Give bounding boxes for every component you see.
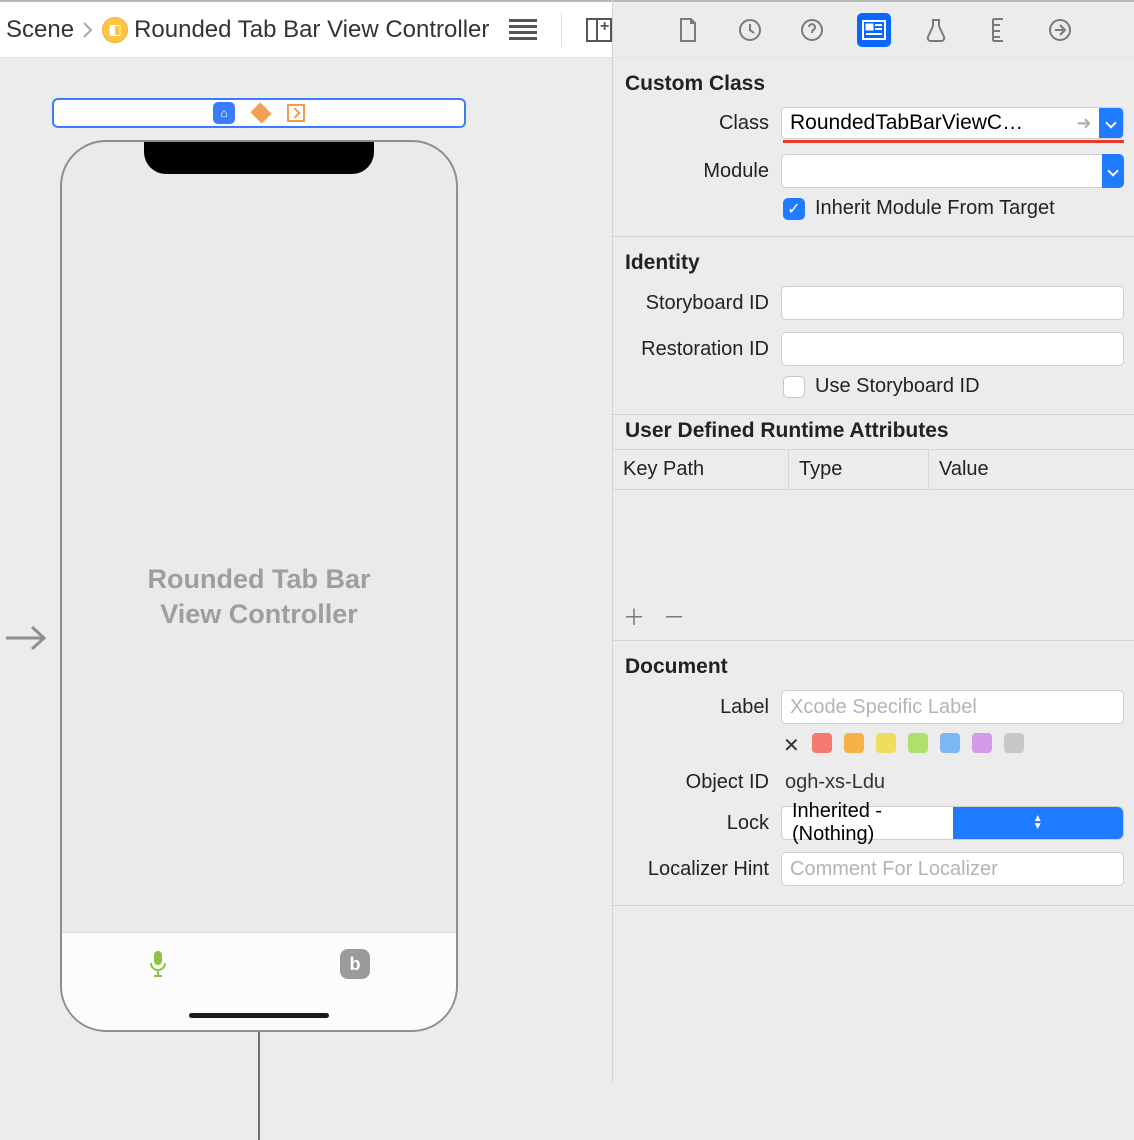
color-swatch[interactable]: [876, 733, 896, 753]
jump-to-class-icon[interactable]: ➜: [1069, 108, 1099, 138]
controller-icon: ◧: [102, 17, 128, 43]
document-section: Document Label ✕ Object ID ogh-xs-Ldu Lo…: [613, 641, 1134, 906]
breadcrumb-controller[interactable]: Rounded Tab Bar View Controller: [134, 16, 489, 44]
phone-placeholder-label: Rounded Tab Bar View Controller: [62, 562, 456, 632]
adjust-editor-icon[interactable]: [509, 19, 537, 40]
custom-class-section: Custom Class Class ➜ Module ✓ Inherit Mo…: [613, 58, 1134, 237]
color-swatch[interactable]: [940, 733, 960, 753]
chevron-right-icon: [82, 21, 94, 39]
home-indicator: [189, 1013, 329, 1018]
identity-inspector-tab-icon[interactable]: [857, 13, 891, 47]
module-label: Module: [623, 160, 781, 183]
file-inspector-tab-icon[interactable]: [671, 13, 705, 47]
segue-line[interactable]: [258, 1032, 260, 1140]
color-swatch[interactable]: [972, 733, 992, 753]
mic-tab-icon[interactable]: [148, 949, 168, 984]
custom-class-title: Custom Class: [613, 68, 1134, 104]
module-dropdown-icon[interactable]: [1102, 154, 1124, 188]
lock-select[interactable]: Inherited - (Nothing) ▲▼: [781, 806, 1124, 840]
connections-inspector-tab-icon[interactable]: [1043, 13, 1077, 47]
lock-select-arrows-icon[interactable]: ▲▼: [953, 807, 1124, 839]
identity-title: Identity: [613, 247, 1134, 283]
color-swatch[interactable]: [908, 733, 928, 753]
divider: [561, 13, 562, 47]
attributes-inspector-tab-icon[interactable]: [919, 13, 953, 47]
udra-body[interactable]: [613, 490, 1134, 592]
module-input[interactable]: [781, 154, 1103, 188]
udra-title: User Defined Runtime Attributes: [613, 415, 1134, 449]
phone-label-line2: View Controller: [62, 597, 456, 632]
label-color-row: ✕: [613, 727, 1134, 758]
object-id-label: Object ID: [623, 771, 781, 794]
document-title: Document: [613, 651, 1134, 687]
breadcrumb-scene[interactable]: Scene: [6, 16, 74, 44]
exit-icon[interactable]: [287, 104, 305, 122]
viewcontroller-header-icon[interactable]: ⌂: [213, 102, 235, 124]
lock-label: Lock: [623, 812, 781, 835]
add-editor-icon[interactable]: [586, 18, 612, 42]
scene-header[interactable]: ⌂: [52, 98, 466, 128]
udra-header-row: Key Path Type Value: [613, 449, 1134, 490]
second-tab-icon[interactable]: b: [340, 949, 370, 979]
breadcrumb[interactable]: Scene ◧ Rounded Tab Bar View Controller: [0, 16, 489, 44]
phone-label-line1: Rounded Tab Bar: [62, 562, 456, 597]
identity-section: Identity Storyboard ID Restoration ID Us…: [613, 237, 1134, 415]
clear-label-color-icon[interactable]: ✕: [783, 733, 800, 758]
udra-col-type[interactable]: Type: [789, 450, 929, 489]
class-dropdown-icon[interactable]: [1099, 108, 1123, 138]
color-swatch[interactable]: [1004, 733, 1024, 753]
inspector-panel: Custom Class Class ➜ Module ✓ Inherit Mo…: [612, 0, 1134, 1082]
localizer-hint-input[interactable]: [781, 852, 1124, 886]
use-storyboard-id-checkbox[interactable]: [783, 376, 805, 398]
lock-value: Inherited - (Nothing): [782, 800, 953, 846]
use-storyboard-id-label: Use Storyboard ID: [815, 375, 980, 398]
udra-col-value[interactable]: Value: [929, 450, 1134, 489]
udra-section: User Defined Runtime Attributes Key Path…: [613, 415, 1134, 641]
class-combo[interactable]: ➜: [781, 107, 1124, 139]
udra-add-button[interactable]: ＋: [623, 600, 645, 632]
initial-controller-arrow-icon[interactable]: [4, 623, 48, 658]
class-input[interactable]: [782, 108, 1069, 138]
document-label-input[interactable]: [781, 690, 1124, 724]
class-underline-highlight: [783, 140, 1124, 143]
document-label-label: Label: [623, 696, 781, 719]
udra-remove-button[interactable]: －: [663, 600, 685, 632]
udra-col-keypath[interactable]: Key Path: [613, 450, 789, 489]
object-id-value: ogh-xs-Ldu: [781, 771, 885, 793]
color-swatch[interactable]: [844, 733, 864, 753]
size-inspector-tab-icon[interactable]: [981, 13, 1015, 47]
restoration-id-label: Restoration ID: [623, 338, 781, 361]
phone-notch: [144, 142, 374, 174]
storyboard-id-input[interactable]: [781, 286, 1124, 320]
phone-frame[interactable]: Rounded Tab Bar View Controller b: [60, 140, 458, 1032]
color-swatch[interactable]: [812, 733, 832, 753]
inherit-module-label: Inherit Module From Target: [815, 197, 1055, 220]
storyboard-canvas[interactable]: ⌂ Rounded Tab Bar View Controller b: [0, 58, 612, 1082]
class-label: Class: [623, 112, 781, 135]
restoration-id-input[interactable]: [781, 332, 1124, 366]
localizer-hint-label: Localizer Hint: [623, 858, 781, 881]
inherit-module-checkbox[interactable]: ✓: [783, 198, 805, 220]
history-inspector-tab-icon[interactable]: [733, 13, 767, 47]
help-inspector-tab-icon[interactable]: [795, 13, 829, 47]
inspector-tabs: [613, 0, 1134, 58]
first-responder-icon[interactable]: [250, 102, 271, 123]
storyboard-id-label: Storyboard ID: [623, 292, 781, 315]
